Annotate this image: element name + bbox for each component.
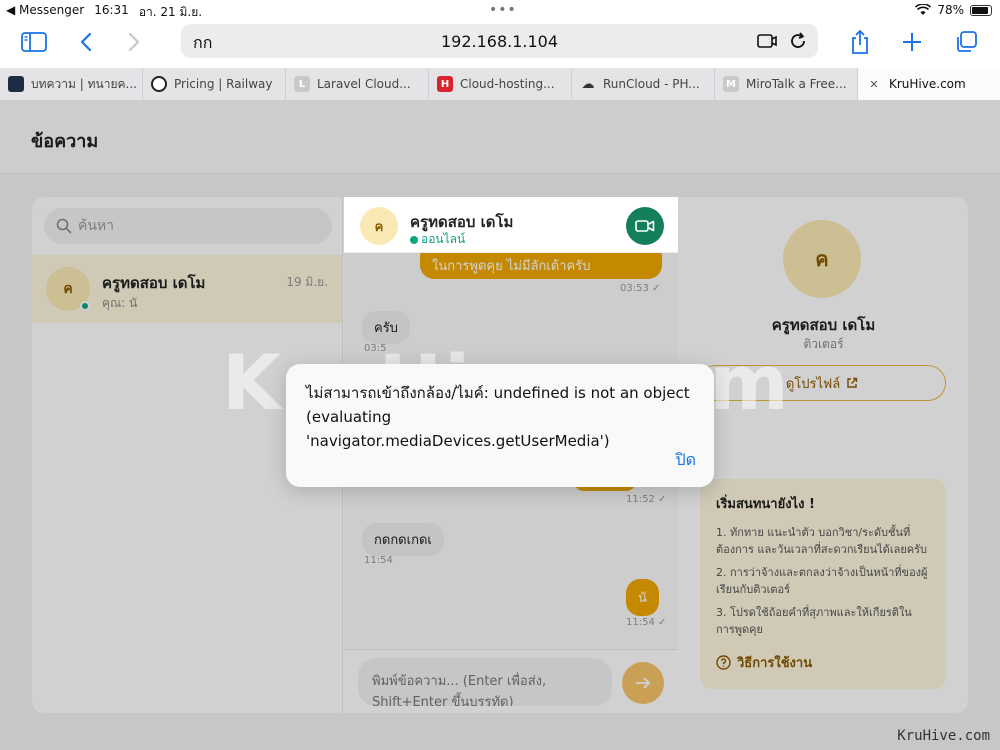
- online-dot-icon: [410, 235, 418, 244]
- extension-icon[interactable]: [756, 31, 778, 51]
- multitasking-dots-icon[interactable]: •••: [489, 2, 517, 18]
- new-tab-icon[interactable]: [898, 30, 926, 54]
- address-bar[interactable]: กก 192.168.1.104: [181, 24, 818, 58]
- wifi-icon: [915, 4, 932, 15]
- reload-icon[interactable]: [788, 31, 808, 51]
- tab-favicon: L: [294, 76, 310, 92]
- tab-favicon: [8, 76, 24, 92]
- avatar: ค: [360, 207, 398, 245]
- tab-bar: บทความ | ทนายค... Pricing | Railway L Lar…: [0, 68, 1000, 100]
- battery-percent: 78%: [937, 3, 964, 17]
- error-alert-dialog: ไม่สามารถเข้าถึงกล้อง/ไมค์: undefined is…: [286, 364, 714, 487]
- tab-item-3[interactable]: L Laravel Cloud...: [286, 68, 429, 100]
- tab-favicon: H: [437, 76, 453, 92]
- status-badge: ออนไลน์: [410, 230, 465, 249]
- tab-item-6[interactable]: M MiroTalk a Free...: [715, 68, 858, 100]
- tab-item-5[interactable]: ☁ RunCloud - PH...: [572, 68, 715, 100]
- alert-close-button[interactable]: ปิด: [675, 448, 696, 473]
- status-bar: ◀ Messenger 16:31 อา. 21 มิ.ย. ••• 78%: [0, 0, 1000, 20]
- url-text[interactable]: 192.168.1.104: [181, 32, 818, 51]
- chat-header: ค ครูทดสอบ เดโม ออนไลน์: [344, 197, 678, 253]
- tab-item-2[interactable]: Pricing | Railway: [143, 68, 286, 100]
- video-call-button[interactable]: [626, 207, 664, 245]
- share-icon[interactable]: [846, 29, 874, 54]
- cloud-icon: ☁: [581, 76, 595, 92]
- close-tab-icon[interactable]: ✕: [866, 76, 882, 92]
- tab-item-active[interactable]: ✕ KruHive.com: [858, 68, 1000, 100]
- tab-item-4[interactable]: H Cloud-hosting...: [429, 68, 572, 100]
- video-camera-icon: [635, 220, 655, 232]
- browser-toolbar: กก 192.168.1.104: [0, 20, 1000, 68]
- corner-watermark: KruHive.com: [897, 728, 990, 744]
- tab-overview-icon[interactable]: [952, 30, 980, 54]
- back-icon[interactable]: [72, 30, 100, 54]
- tab-favicon: [151, 76, 167, 92]
- sidebar-icon[interactable]: [20, 30, 48, 54]
- tab-favicon: M: [723, 76, 739, 92]
- forward-icon[interactable]: [120, 30, 148, 54]
- tab-item-1[interactable]: บทความ | ทนายค...: [0, 68, 143, 100]
- battery-icon: [970, 4, 992, 16]
- alert-message: ไม่สามารถเข้าถึงกล้อง/ไมค์: undefined is…: [306, 384, 690, 450]
